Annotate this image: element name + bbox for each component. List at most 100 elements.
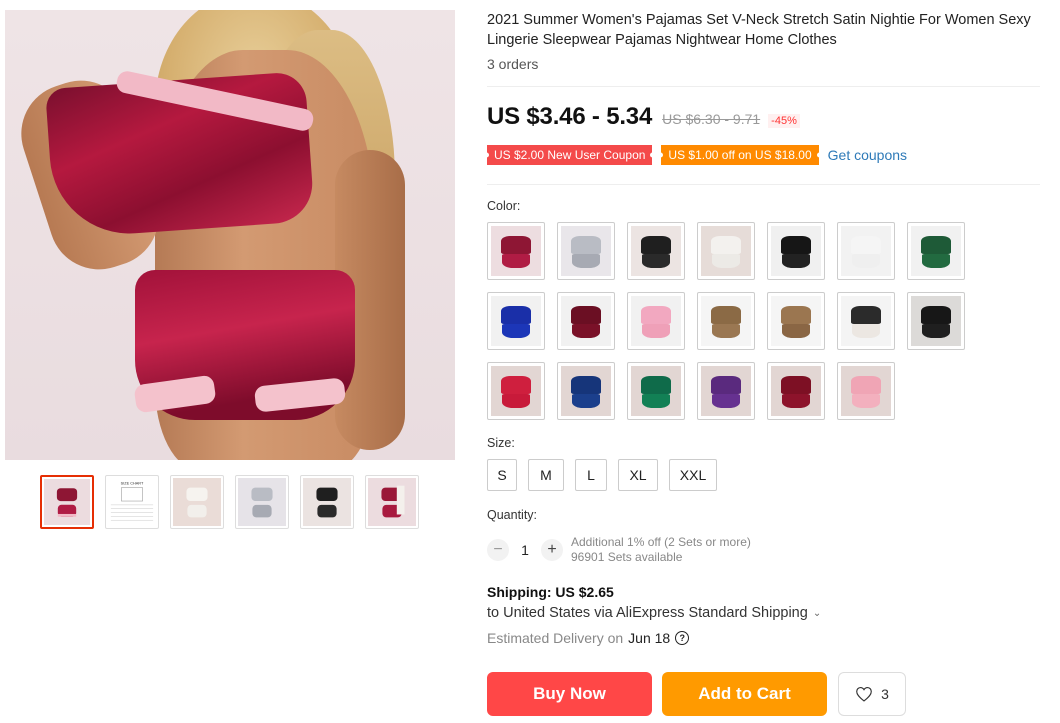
color-swatch[interactable] [907, 222, 965, 280]
wine-satin-lace-set-icon [771, 366, 821, 416]
thumbnail-4[interactable] [235, 475, 289, 529]
swatch-top-shape [711, 306, 741, 324]
thumbnail-5[interactable] [300, 475, 354, 529]
leopard-slip-set-icon [771, 296, 821, 346]
color-swatch[interactable] [837, 362, 895, 420]
swatch-bottom-shape [712, 254, 740, 268]
swatch-bottom-shape [642, 254, 670, 268]
color-swatch[interactable] [767, 292, 825, 350]
swatch-bottom-shape [712, 324, 740, 338]
color-swatch[interactable] [837, 222, 895, 280]
store-coupon[interactable]: US $1.00 off on US $18.00 [661, 145, 819, 165]
silver-satin-set-icon [561, 226, 611, 276]
divider [487, 86, 1040, 87]
swatch-bottom-shape [712, 394, 740, 408]
swatch-bottom-shape [572, 254, 600, 268]
wine-set-thumb-2-icon [368, 478, 416, 526]
swatch-top-shape [851, 306, 881, 324]
new-user-coupon[interactable]: US $2.00 New User Coupon [487, 145, 653, 165]
blue-cami-set-icon [491, 296, 541, 346]
green-cami-set-icon [911, 226, 961, 276]
size-option-xxl[interactable]: XXL [669, 459, 717, 491]
color-swatch[interactable] [697, 292, 755, 350]
swatch-top-shape [921, 306, 951, 324]
black-set-thumb-icon [303, 478, 351, 526]
size-option-xl[interactable]: XL [618, 459, 658, 491]
product-info: 2021 Summer Women's Pajamas Set V-Neck S… [487, 10, 1047, 72]
pink-satin-lace-set-icon [841, 366, 891, 416]
shipping-method-selector[interactable]: to United States via AliExpress Standard… [487, 605, 821, 621]
quantity-decrease-button[interactable]: − [487, 539, 509, 561]
get-coupons-link[interactable]: Get coupons [828, 147, 907, 163]
swatch-bottom-shape [502, 254, 530, 268]
color-swatch[interactable] [627, 222, 685, 280]
quantity-label: Quantity: [487, 508, 538, 522]
swatch-bottom-shape [642, 324, 670, 338]
swatch-bottom-shape [922, 254, 950, 268]
swatch-bottom-shape [502, 324, 530, 338]
purple-satin-lace-set-icon [701, 366, 751, 416]
shipping-cost: Shipping: US $2.65 [487, 584, 614, 600]
quantity-stepper: − 1 + Additional 1% off (2 Sets or more)… [487, 535, 751, 565]
buy-now-button[interactable]: Buy Now [487, 672, 652, 716]
color-swatch[interactable] [767, 222, 825, 280]
size-options: S M L XL XXL [487, 459, 717, 491]
color-swatch[interactable] [767, 362, 825, 420]
size-option-m[interactable]: M [528, 459, 564, 491]
wishlist-count: 3 [881, 686, 889, 702]
black-white-lace-set-icon [841, 296, 891, 346]
quantity-increase-button[interactable]: + [541, 539, 563, 561]
color-swatch[interactable] [487, 222, 545, 280]
silver-set-thumb-icon [238, 478, 286, 526]
swatch-top-shape [501, 306, 531, 324]
color-swatch[interactable] [557, 292, 615, 350]
wishlist-button[interactable]: 3 [838, 672, 906, 716]
estimated-delivery: Estimated Delivery on Jun 18 ? [487, 630, 690, 646]
swatch-bottom-shape [782, 394, 810, 408]
swatch-top-shape [641, 306, 671, 324]
color-swatch[interactable] [627, 362, 685, 420]
swatch-bottom-shape [502, 394, 530, 408]
size-option-s[interactable]: S [487, 459, 517, 491]
thumbnail-6[interactable] [365, 475, 419, 529]
color-swatch[interactable] [697, 362, 755, 420]
color-swatch[interactable] [487, 362, 545, 420]
current-price: US $3.46 - 5.34 [487, 103, 653, 130]
black-lace-cami-set-icon [771, 226, 821, 276]
help-icon[interactable]: ? [675, 631, 690, 645]
original-price: US $6.30 - 9.71 [662, 111, 761, 127]
thumbnail-1[interactable] [40, 475, 94, 529]
thumbnail-3[interactable] [170, 475, 224, 529]
color-swatch[interactable] [557, 362, 615, 420]
size-chart-thumb-label: SIZE CHART [121, 482, 144, 486]
size-option-l[interactable]: L [575, 459, 607, 491]
navy-satin-lace-set-icon [561, 366, 611, 416]
white-cami-set-icon [841, 226, 891, 276]
emerald-satin-lace-set-icon [631, 366, 681, 416]
quantity-value[interactable]: 1 [509, 542, 541, 558]
swatch-top-shape [711, 376, 741, 394]
color-swatch[interactable] [627, 292, 685, 350]
swatch-bottom-shape [642, 394, 670, 408]
action-buttons: Buy Now Add to Cart 3 [487, 672, 906, 716]
swatch-top-shape [501, 376, 531, 394]
divider [487, 184, 1040, 185]
swatch-bottom-shape [852, 324, 880, 338]
color-swatch[interactable] [697, 222, 755, 280]
color-swatch[interactable] [837, 292, 895, 350]
color-swatch[interactable] [557, 222, 615, 280]
black-satin-set-icon [631, 226, 681, 276]
main-product-image[interactable] [5, 10, 455, 460]
delivery-date: Jun 18 [628, 630, 671, 646]
swatch-top-shape [571, 376, 601, 394]
discount-badge: -45% [768, 114, 800, 128]
swatch-top-shape [711, 236, 741, 254]
burgundy-cami-set-icon [561, 296, 611, 346]
thumbnail-2[interactable]: SIZE CHART [105, 475, 159, 529]
quantity-note: Additional 1% off (2 Sets or more) 96901… [571, 535, 751, 565]
color-swatch[interactable] [907, 292, 965, 350]
swatch-bottom-shape [782, 254, 810, 268]
add-to-cart-button[interactable]: Add to Cart [662, 672, 827, 716]
color-swatch[interactable] [487, 292, 545, 350]
red-satin-lace-set-icon [491, 366, 541, 416]
